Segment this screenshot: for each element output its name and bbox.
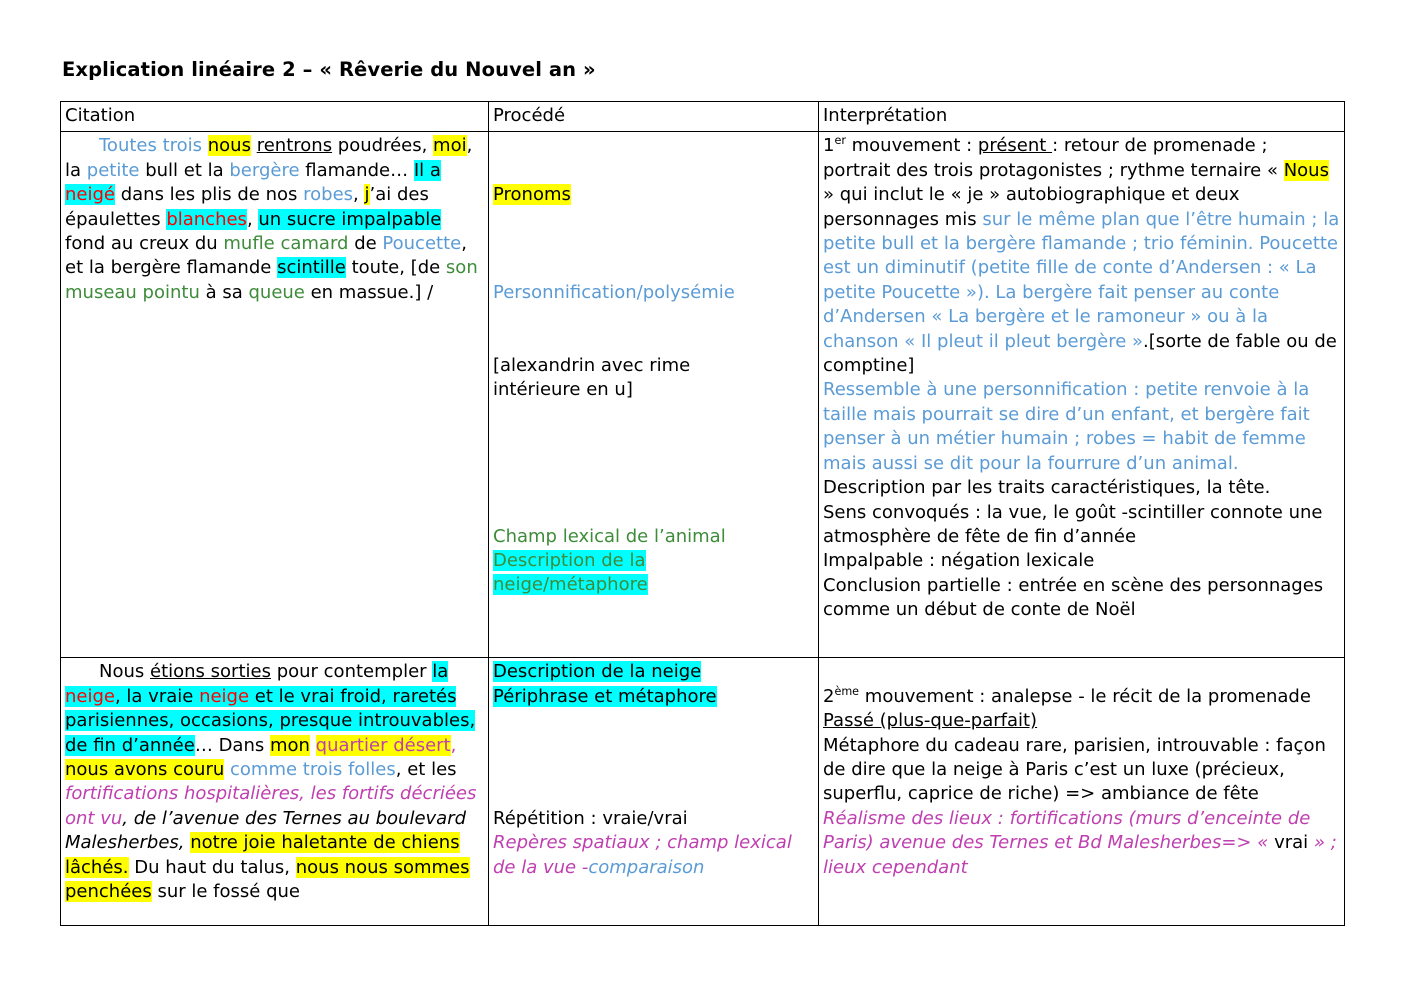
procede-cell-2: Description de la neige Périphrase et mé…	[488, 657, 819, 927]
table-header-row: Citation Procédé Interprétation	[60, 100, 1345, 133]
column-header-citation: Citation	[60, 100, 489, 133]
interpretation-paragraph: 2ème mouvement : analepse - le récit de …	[823, 684, 1311, 707]
interpretation-paragraph: Passé (plus-que-parfait)	[823, 710, 1038, 732]
citation-cell-2: Nous étions sorties pour contempler la n…	[60, 657, 489, 927]
interpretation-paragraph: Impalpable : négation lexicale	[823, 550, 1095, 572]
interpretation-cell-1: 1er mouvement : présent : retour de prom…	[818, 131, 1345, 659]
column-header-procede: Procédé	[488, 100, 819, 133]
procede-spacer	[493, 403, 814, 525]
citation-passage-1: Toutes trois nous rentrons poudrées, moi…	[65, 135, 478, 303]
table-row: Nous étions sorties pour contempler la n…	[60, 657, 1345, 927]
procede-item-cont: intérieure en u]	[493, 379, 633, 401]
document-page: Explication linéaire 2 – « Rêverie du No…	[0, 0, 1404, 993]
column-header-interpretation: Interprétation	[818, 100, 1345, 133]
procede-item: Description de la neige	[493, 661, 702, 683]
interpretation-paragraph: Description par les traits caractéristiq…	[823, 477, 1271, 499]
interpretation-cell-2: 2ème mouvement : analepse - le récit de …	[818, 657, 1345, 927]
interpretation-paragraph: Ressemble à une personnification : petit…	[823, 379, 1310, 474]
procede-item: Personnification/polysémie	[493, 281, 735, 303]
procede-spacer	[493, 208, 814, 281]
interpretation-paragraph: Réalisme des lieux : fortifications (mur…	[823, 807, 1337, 878]
interpretation-paragraph: Métaphore du cadeau rare, parisien, intr…	[823, 734, 1326, 805]
interpretation-paragraph: Conclusion partielle : entrée en scène d…	[823, 574, 1324, 621]
procede-spacer	[493, 305, 814, 354]
procede-item-cont: neige/métaphore	[493, 574, 648, 596]
procede-cell-1: Pronoms Personnification/polysémie [alex…	[488, 131, 819, 659]
procede-item: Pronoms	[493, 184, 571, 206]
table-row: Toutes trois nous rentrons poudrées, moi…	[60, 131, 1345, 659]
procede-item: Description de la	[493, 550, 646, 572]
analysis-table: Citation Procédé Interprétation Toutes t…	[60, 100, 1345, 927]
citation-passage-2: Nous étions sorties pour contempler la n…	[65, 661, 477, 903]
procede-item: Repères spatiaux ; champ lexical de la v…	[493, 832, 792, 878]
procede-item: Répétition : vraie/vrai	[493, 807, 688, 829]
page-title: Explication linéaire 2 – « Rêverie du No…	[62, 58, 596, 81]
procede-item: Périphrase et métaphore	[493, 685, 717, 707]
procede-item: Champ lexical de l’animal	[493, 525, 726, 547]
citation-cell-1: Toutes trois nous rentrons poudrées, moi…	[60, 131, 489, 659]
procede-item: [alexandrin avec rime	[493, 354, 691, 376]
procede-spacer	[493, 134, 814, 183]
interpretation-paragraph: Sens convoqués : la vue, le goût -scinti…	[823, 501, 1323, 547]
interpretation-paragraph: 1er mouvement : présent : retour de prom…	[823, 134, 1340, 377]
procede-spacer	[493, 709, 814, 807]
interpretation-spacer	[823, 660, 1340, 684]
